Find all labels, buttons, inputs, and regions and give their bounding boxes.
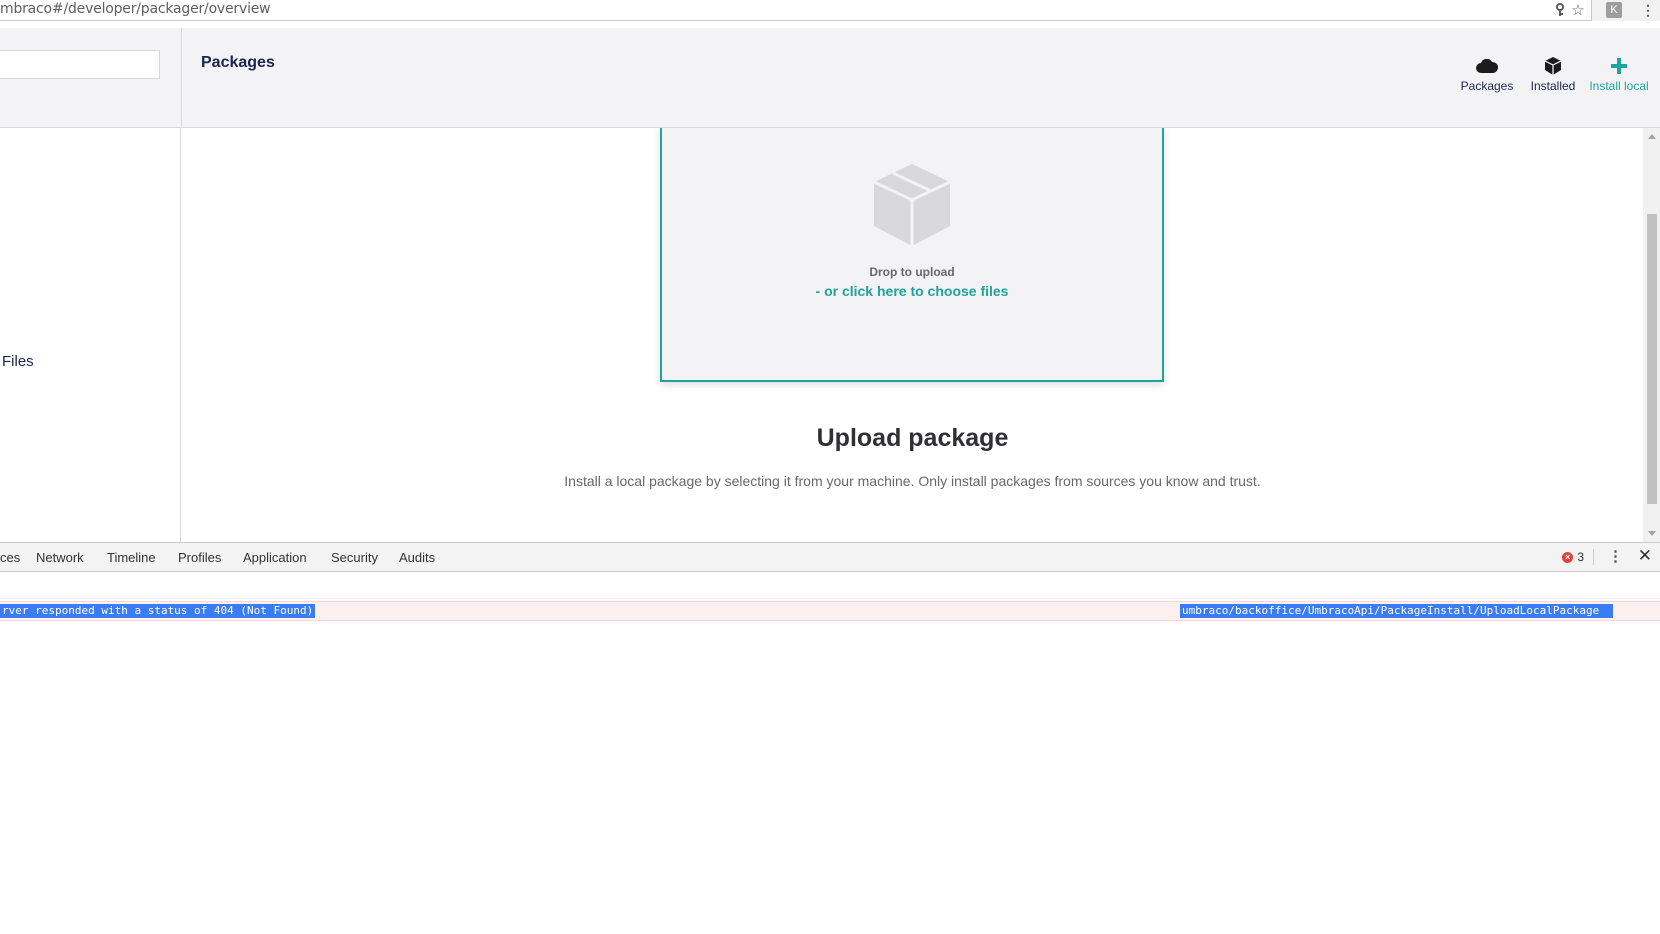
box-icon — [1520, 56, 1586, 76]
tree-item-files[interactable]: Files — [2, 353, 34, 370]
key-icon[interactable] — [1551, 1, 1569, 19]
tab-application[interactable]: Application — [243, 550, 307, 565]
extension-icon[interactable]: K — [1606, 2, 1622, 18]
tab-timeline[interactable]: Timeline — [107, 550, 156, 565]
sub-views-nav: Packages Installed Install local — [1454, 56, 1652, 100]
cloud-icon — [1454, 56, 1520, 76]
upload-title: Upload package — [816, 424, 1009, 452]
package-icon — [872, 162, 952, 253]
error-count: 3 — [1577, 550, 1584, 564]
upload-dropzone[interactable]: Drop to upload - or click here to choose… — [660, 128, 1164, 382]
plus-icon — [1586, 56, 1652, 76]
page-title: Packages — [201, 54, 275, 71]
error-counter[interactable]: × 3 — [1562, 550, 1584, 564]
upload-description: Install a local package by selecting it … — [564, 473, 1261, 489]
star-icon[interactable]: ☆ — [1569, 1, 1587, 19]
sub-view-label: Installed — [1530, 79, 1576, 93]
tree-sidebar: Files — [0, 128, 181, 542]
browser-toolbar: K ⋮ — [1592, 0, 1660, 21]
error-message[interactable]: rver responded with a status of 404 (Not… — [0, 604, 316, 618]
address-bar[interactable]: mbraco#/developer/packager/overview ☆ — [0, 0, 1592, 21]
tab-security[interactable]: Security — [331, 550, 378, 565]
devtools-tabbar: ces Network Timeline Profiles Applicatio… — [0, 542, 1660, 572]
tab-profiles[interactable]: Profiles — [178, 550, 221, 565]
sub-view-label: Packages — [1460, 79, 1514, 93]
scrollbar-thumb[interactable] — [1647, 214, 1657, 504]
sub-view-label: Install local — [1589, 79, 1649, 93]
tab-sources[interactable]: ces — [0, 550, 20, 565]
scroll-up-icon[interactable] — [1648, 134, 1656, 139]
sub-view-install-local[interactable]: Install local — [1586, 56, 1652, 100]
devtools-menu-icon[interactable]: ⋮ — [1608, 547, 1623, 565]
tree-search-input[interactable] — [0, 50, 160, 79]
sub-view-packages[interactable]: Packages — [1454, 56, 1520, 100]
devtools-divider — [1593, 549, 1594, 565]
error-source-link[interactable]: umbraco/backoffice/UmbracoApi/PackageIns… — [1180, 604, 1614, 618]
sub-view-installed[interactable]: Installed — [1520, 56, 1586, 100]
url-text[interactable]: mbraco#/developer/packager/overview — [0, 1, 271, 17]
devtools-panel: ces Network Timeline Profiles Applicatio… — [0, 542, 1660, 934]
menu-icon[interactable]: ⋮ — [1641, 2, 1655, 18]
console-filter-row[interactable] — [0, 572, 1660, 599]
close-icon[interactable]: ✕ — [1638, 546, 1652, 566]
editor-content: Drop to upload - or click here to choose… — [182, 128, 1643, 542]
drop-text: Drop to upload — [869, 265, 955, 279]
console-error-row[interactable]: rver responded with a status of 404 (Not… — [0, 601, 1660, 621]
choose-files-link[interactable]: - or click here to choose files — [662, 283, 1162, 299]
header-divider — [181, 28, 182, 128]
error-icon: × — [1562, 551, 1574, 563]
tab-network[interactable]: Network — [36, 550, 84, 565]
scroll-down-icon[interactable] — [1648, 531, 1656, 536]
editor-scrollbar[interactable] — [1643, 128, 1660, 542]
tab-audits[interactable]: Audits — [399, 550, 435, 565]
editor-header: Packages Packages Installed Install loca… — [0, 28, 1660, 128]
